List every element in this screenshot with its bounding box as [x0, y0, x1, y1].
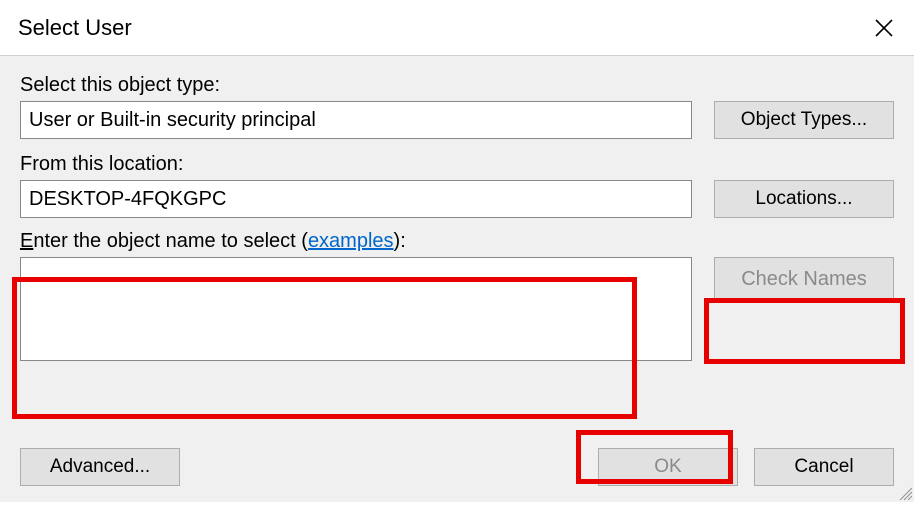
locations-button[interactable]: Locations...: [714, 180, 894, 218]
cancel-button[interactable]: Cancel: [754, 448, 894, 486]
window-title: Select User: [18, 15, 132, 41]
object-name-input[interactable]: [21, 258, 691, 360]
object-type-section: Select this object type: User or Built-i…: [20, 74, 894, 139]
object-name-section: Enter the object name to select (example…: [20, 230, 894, 361]
examples-link[interactable]: examples: [308, 230, 394, 252]
object-name-field-wrap: [20, 257, 692, 361]
object-type-label: Select this object type:: [20, 74, 894, 97]
location-section: From this location: DESKTOP-4FQKGPC Loca…: [20, 153, 894, 218]
dialog-footer: Advanced... OK Cancel: [20, 448, 894, 486]
location-value: DESKTOP-4FQKGPC: [29, 187, 226, 211]
close-icon: [874, 18, 894, 38]
location-field: DESKTOP-4FQKGPC: [20, 180, 692, 218]
dialog-content: Select this object type: User or Built-i…: [0, 56, 914, 502]
advanced-button[interactable]: Advanced...: [20, 448, 180, 486]
object-type-field: User or Built-in security principal: [20, 101, 692, 139]
object-name-label: Enter the object name to select (example…: [20, 230, 894, 253]
location-label: From this location:: [20, 153, 894, 176]
ok-button[interactable]: OK: [598, 448, 738, 486]
object-type-value: User or Built-in security principal: [29, 108, 316, 132]
close-button[interactable]: [862, 6, 906, 50]
check-names-button[interactable]: Check Names: [714, 257, 894, 301]
object-types-button[interactable]: Object Types...: [714, 101, 894, 139]
titlebar: Select User: [0, 0, 914, 56]
resize-grip[interactable]: [896, 484, 912, 500]
